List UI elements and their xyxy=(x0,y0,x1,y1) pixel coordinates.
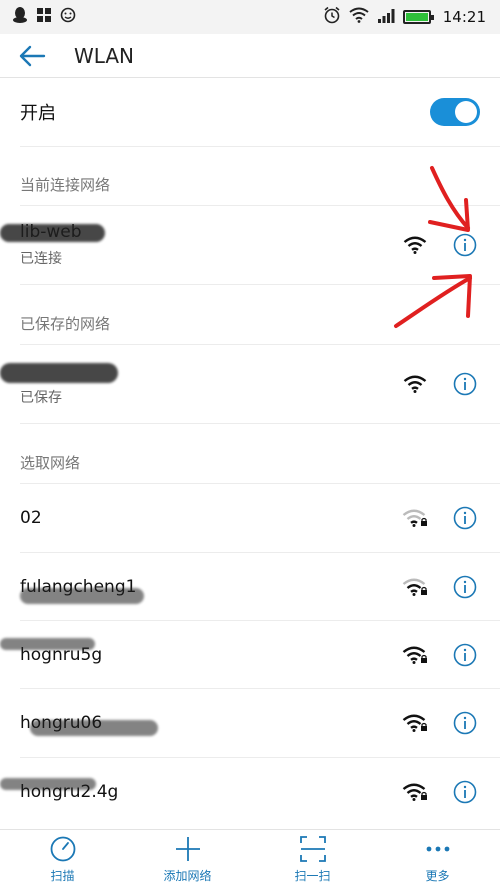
more-dots-icon xyxy=(424,835,452,863)
info-button[interactable] xyxy=(452,642,478,668)
qq-icon xyxy=(12,6,28,28)
info-icon xyxy=(453,643,477,666)
info-button[interactable] xyxy=(452,710,478,736)
redaction-scribble xyxy=(0,778,96,790)
info-icon xyxy=(453,780,477,804)
info-button[interactable] xyxy=(452,574,478,600)
app-bar: WLAN xyxy=(0,34,500,78)
battery-icon xyxy=(402,10,434,24)
divider xyxy=(20,146,500,147)
more-label: 更多 xyxy=(425,868,450,883)
info-button[interactable] xyxy=(452,779,478,805)
wifi-strong-icon xyxy=(402,374,428,394)
wifi-medium-locked-icon xyxy=(402,577,428,597)
scan-button[interactable]: 扫描 xyxy=(13,835,113,884)
refresh-gauge-icon xyxy=(49,835,77,863)
plus-icon xyxy=(174,835,202,863)
network-status: 已连接 xyxy=(20,251,62,267)
alarm-icon xyxy=(323,6,341,28)
apps-icon xyxy=(36,7,52,27)
wifi-strong-locked-icon xyxy=(402,782,428,802)
info-icon xyxy=(453,711,477,735)
scan-qr-icon xyxy=(299,835,327,863)
network-name: 02 xyxy=(20,508,42,528)
redaction-scribble xyxy=(0,224,105,242)
emoji-icon xyxy=(60,7,76,27)
wifi-status-icon xyxy=(349,7,369,27)
redaction-scribble xyxy=(0,638,95,650)
info-button[interactable] xyxy=(452,505,478,531)
redaction-scribble xyxy=(30,720,158,736)
network-row[interactable]: hognru5g xyxy=(0,621,500,688)
network-row-saved[interactable]: 已保存 xyxy=(0,345,500,423)
wifi-strong-locked-icon xyxy=(402,713,428,733)
signal-icon xyxy=(377,8,395,27)
wlan-toggle-row[interactable]: 开启 xyxy=(0,78,500,146)
network-row[interactable]: 02 xyxy=(0,484,500,552)
wlan-switch[interactable] xyxy=(430,98,480,126)
scan-qr-label: 扫一扫 xyxy=(294,868,331,883)
add-network-button[interactable]: 添加网络 xyxy=(138,835,238,884)
back-button[interactable] xyxy=(0,34,64,78)
status-bar: 14:21 xyxy=(0,0,500,34)
more-button[interactable]: 更多 xyxy=(388,835,488,884)
annotation-arrows xyxy=(394,166,472,328)
status-time: 14:21 xyxy=(442,8,486,26)
network-row[interactable]: hongru2.4g xyxy=(0,758,500,826)
toggle-label: 开启 xyxy=(20,103,56,124)
back-arrow-icon xyxy=(19,45,46,66)
scan-label: 扫描 xyxy=(50,868,75,883)
scan-qr-button[interactable]: 扫一扫 xyxy=(263,835,363,884)
divider xyxy=(20,423,500,424)
wifi-strong-locked-icon xyxy=(402,645,428,665)
redaction-scribble xyxy=(0,363,118,383)
add-network-label: 添加网络 xyxy=(163,868,212,883)
info-icon xyxy=(453,575,477,598)
info-icon xyxy=(453,506,477,530)
wifi-weak-locked-icon xyxy=(402,508,428,528)
info-button[interactable] xyxy=(452,371,478,397)
info-icon xyxy=(453,372,477,396)
bottom-toolbar: 扫描 添加网络 扫一扫 更多 xyxy=(0,829,500,888)
redaction-scribble xyxy=(20,588,144,604)
network-status: 已保存 xyxy=(20,390,62,406)
network-row[interactable]: fulangcheng1 xyxy=(0,553,500,620)
page-title: WLAN xyxy=(74,43,135,68)
